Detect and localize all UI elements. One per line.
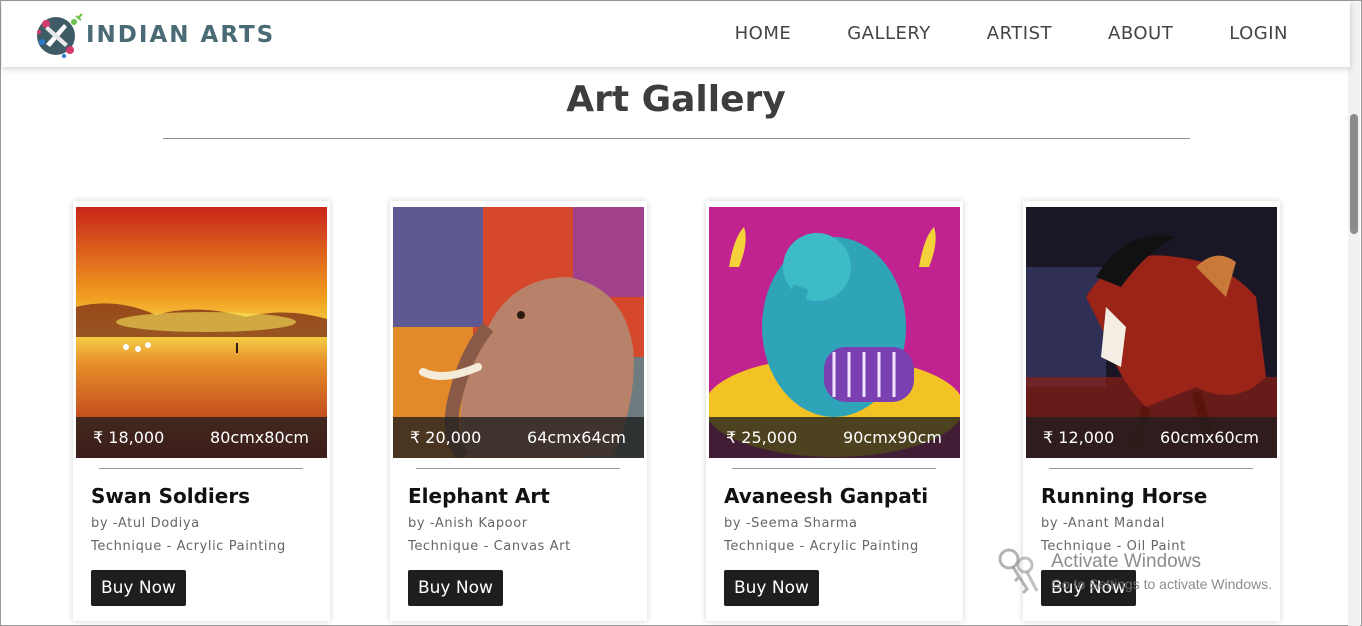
card-technique: Technique - Acrylic Painting bbox=[724, 539, 919, 554]
card-title: Elephant Art bbox=[408, 484, 550, 508]
artwork-image-avaneesh-ganpati[interactable]: ₹ 25,000 90cmx90cm bbox=[709, 207, 960, 458]
title-divider bbox=[163, 138, 1190, 139]
card-artist: by -Seema Sharma bbox=[724, 516, 858, 531]
buy-now-button[interactable]: Buy Now bbox=[724, 570, 819, 606]
price-label: ₹ 20,000 bbox=[410, 428, 482, 447]
card-divider bbox=[732, 468, 936, 469]
main-nav: HOME GALLERY ARTIST ABOUT LOGIN bbox=[679, 23, 1288, 44]
card-artist: by -Anish Kapoor bbox=[408, 516, 528, 531]
artwork-image-running-horse[interactable]: ₹ 12,000 60cmx60cm bbox=[1026, 207, 1277, 458]
nav-home[interactable]: HOME bbox=[735, 23, 792, 44]
art-card: ₹ 25,000 90cmx90cm Avaneesh Ganpati by -… bbox=[706, 201, 963, 621]
key-icon bbox=[998, 548, 1039, 595]
card-title: Running Horse bbox=[1041, 484, 1208, 508]
watermark-title: Activate Windows bbox=[1051, 551, 1201, 572]
card-artist: by -Atul Dodiya bbox=[91, 516, 200, 531]
nav-login[interactable]: LOGIN bbox=[1229, 23, 1288, 44]
card-title: Avaneesh Ganpati bbox=[724, 484, 929, 508]
palette-brush-icon bbox=[34, 10, 84, 60]
artwork-image-elephant-art[interactable]: ₹ 20,000 64cmx64cm bbox=[393, 207, 644, 458]
watermark-subtitle: Go to Settings to activate Windows. bbox=[1051, 576, 1272, 592]
nav-gallery[interactable]: GALLERY bbox=[847, 23, 931, 44]
scrollbar-thumb[interactable] bbox=[1350, 114, 1358, 234]
page-title: Art Gallery bbox=[566, 79, 786, 120]
navbar: INDIAN ARTS HOME GALLERY ARTIST ABOUT LO… bbox=[2, 2, 1350, 67]
price-strip: ₹ 18,000 80cmx80cm bbox=[76, 417, 327, 458]
size-label: 64cmx64cm bbox=[527, 428, 626, 447]
price-strip: ₹ 25,000 90cmx90cm bbox=[709, 417, 960, 458]
card-divider bbox=[1049, 468, 1253, 469]
size-label: 90cmx90cm bbox=[843, 428, 942, 447]
nav-about[interactable]: ABOUT bbox=[1108, 23, 1173, 44]
card-title: Swan Soldiers bbox=[91, 484, 251, 508]
nav-artist[interactable]: ARTIST bbox=[987, 23, 1052, 44]
buy-now-button[interactable]: Buy Now bbox=[408, 570, 503, 606]
browser-viewport: INDIAN ARTS HOME GALLERY ARTIST ABOUT LO… bbox=[0, 0, 1362, 626]
price-label: ₹ 12,000 bbox=[1043, 428, 1115, 447]
price-strip: ₹ 12,000 60cmx60cm bbox=[1026, 417, 1277, 458]
price-strip: ₹ 20,000 64cmx64cm bbox=[393, 417, 644, 458]
price-label: ₹ 25,000 bbox=[726, 428, 798, 447]
art-card: ₹ 18,000 80cmx80cm Swan Soldiers by -Atu… bbox=[73, 201, 330, 621]
artwork-image-swan-soldiers[interactable]: ₹ 18,000 80cmx80cm bbox=[76, 207, 327, 458]
art-card: ₹ 20,000 64cmx64cm Elephant Art by -Anis… bbox=[390, 201, 647, 621]
site-logo[interactable]: INDIAN ARTS bbox=[34, 10, 275, 60]
card-artist: by -Anant Mandal bbox=[1041, 516, 1165, 531]
size-label: 60cmx60cm bbox=[1160, 428, 1259, 447]
logo-text: INDIAN ARTS bbox=[86, 22, 276, 48]
size-label: 80cmx80cm bbox=[210, 428, 309, 447]
price-label: ₹ 18,000 bbox=[93, 428, 165, 447]
buy-now-button[interactable]: Buy Now bbox=[91, 570, 186, 606]
card-technique: Technique - Acrylic Painting bbox=[91, 539, 286, 554]
card-divider bbox=[416, 468, 620, 469]
card-technique: Technique - Canvas Art bbox=[408, 539, 571, 554]
card-divider bbox=[99, 468, 303, 469]
